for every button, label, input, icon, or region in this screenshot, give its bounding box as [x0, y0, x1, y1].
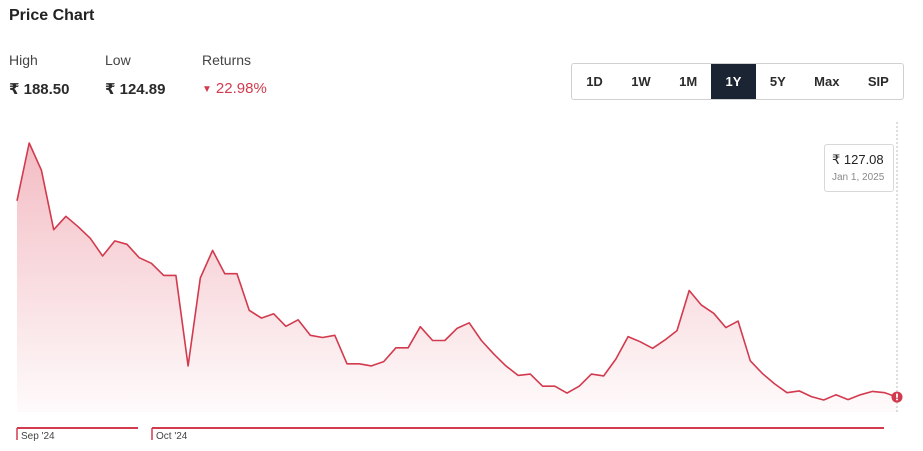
- returns-value: 22.98%: [215, 80, 267, 97]
- high-value: ₹ 188.50: [9, 81, 70, 98]
- marker-exclamation-dot: [896, 398, 898, 401]
- returns-stat: Returns ▼ 22.98%: [202, 52, 267, 97]
- low-stat: Low ₹ 124.89: [105, 52, 165, 98]
- range-tab-1d[interactable]: 1D: [572, 64, 617, 99]
- tooltip-date: Jan 1, 2025: [832, 172, 885, 183]
- tooltip-price: ₹ 127.08: [832, 152, 884, 167]
- price-area-fill: [17, 143, 897, 412]
- high-label: High: [9, 52, 38, 68]
- high-stat: High ₹ 188.50: [9, 52, 69, 98]
- range-tab-max[interactable]: Max: [800, 64, 854, 99]
- returns-label: Returns: [202, 52, 252, 68]
- page-title: Price Chart: [9, 7, 95, 24]
- low-value: ₹ 124.89: [105, 81, 166, 98]
- triangle-down-icon: ▼: [202, 84, 212, 95]
- marker-exclamation: [896, 393, 898, 398]
- range-tabs: 1D 1W 1M 1Y 5Y Max SIP: [571, 63, 904, 100]
- returns-value-wrap: ▼ 22.98%: [202, 80, 267, 97]
- price-tooltip: ₹ 127.08 Jan 1, 2025: [824, 144, 894, 192]
- low-label: Low: [105, 52, 131, 68]
- x-tick-oct: Oct '24: [156, 431, 188, 442]
- x-tick-sep: Sep '24: [21, 431, 55, 442]
- range-tab-1m[interactable]: 1M: [665, 64, 711, 99]
- price-chart: [16, 122, 903, 440]
- range-tab-1w[interactable]: 1W: [617, 64, 665, 99]
- range-tab-1y[interactable]: 1Y: [711, 64, 756, 99]
- range-tab-sip[interactable]: SIP: [854, 64, 903, 99]
- range-tab-5y[interactable]: 5Y: [756, 64, 800, 99]
